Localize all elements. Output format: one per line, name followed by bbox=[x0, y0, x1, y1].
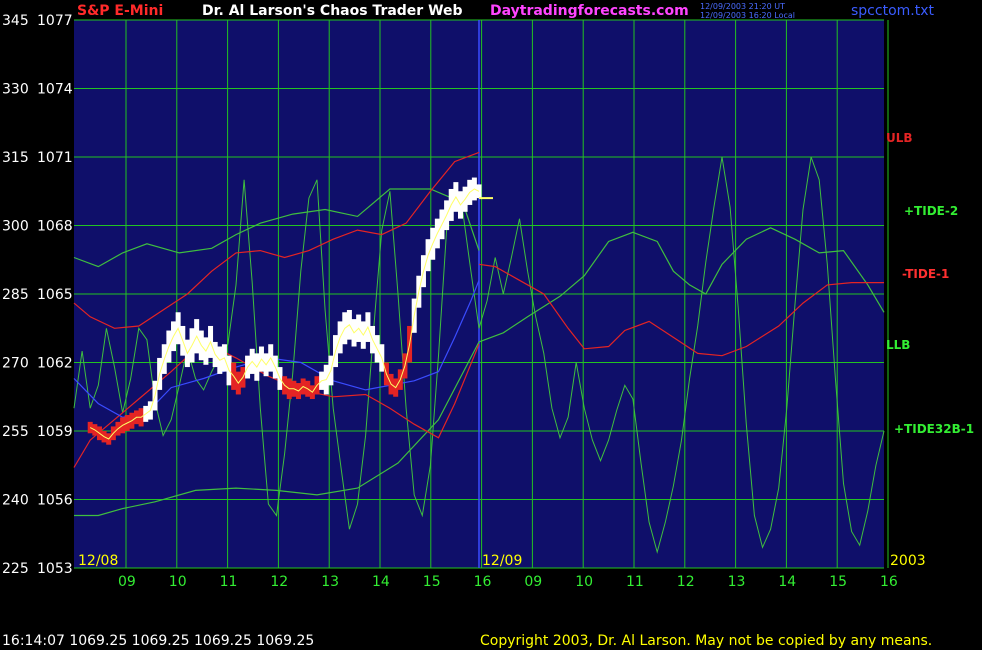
y-tick-price: 1059 bbox=[37, 424, 73, 440]
date-label: 2003 bbox=[890, 553, 926, 569]
y-tick-aux: 330 bbox=[2, 82, 29, 98]
y-tick-price: 1071 bbox=[37, 150, 73, 166]
y-tick-aux: 300 bbox=[2, 219, 29, 235]
timestamp-local: 12/09/2003 16:20 Local bbox=[700, 11, 795, 20]
quote-line: 16:14:07 1069.25 1069.25 1069.25 1069.25 bbox=[2, 633, 315, 649]
y-tick-price: 1053 bbox=[37, 561, 73, 577]
y-tick-price: 1077 bbox=[37, 13, 73, 29]
y-tick-aux: 225 bbox=[2, 561, 29, 577]
y-tick-price: 1074 bbox=[37, 82, 73, 98]
date-label: 12/08 bbox=[78, 553, 118, 569]
symbol-title: S&P E-Mini bbox=[77, 3, 164, 19]
y-tick-aux: 315 bbox=[2, 150, 29, 166]
x-tick-hour: 09 bbox=[524, 574, 542, 590]
timestamp-ut: 12/09/2003 21:20 UT bbox=[700, 2, 785, 11]
chart-window: 345 1077 330 1074 315 1071 300 1068 285 1065 270 10… bbox=[0, 0, 982, 650]
y-tick-price: 1068 bbox=[37, 219, 73, 235]
x-tick-hour: 11 bbox=[220, 574, 238, 590]
y-tick-aux: 240 bbox=[2, 493, 29, 509]
x-tick-hour: 13 bbox=[321, 574, 339, 590]
site-link[interactable]: Daytradingforecasts.com bbox=[490, 3, 689, 19]
x-tick-hour: 12 bbox=[677, 574, 695, 590]
x-tick-hour: 14 bbox=[778, 574, 796, 590]
y-tick-price: 1062 bbox=[37, 356, 73, 372]
y-tick-aux: 285 bbox=[2, 287, 29, 303]
chart-canvas: 345 1077 330 1074 315 1071 300 1068 285 1065 270 10… bbox=[2, 13, 926, 590]
y-tick-price: 1065 bbox=[37, 287, 73, 303]
ulb-label: ULB bbox=[886, 131, 913, 145]
tide32b-label: +TIDE32B-1 bbox=[894, 422, 975, 436]
chart-title: Dr. Al Larson's Chaos Trader Web bbox=[202, 3, 463, 19]
x-tick-hour: 16 bbox=[880, 574, 898, 590]
x-tick-hour: 15 bbox=[829, 574, 847, 590]
llb-label: LLB bbox=[886, 338, 911, 352]
y-tick-price: 1056 bbox=[37, 493, 73, 509]
x-tick-hour: 10 bbox=[575, 574, 593, 590]
tide2-label: +TIDE-2 bbox=[904, 204, 959, 218]
x-tick-hour: 14 bbox=[372, 574, 390, 590]
x-tick-hour: 15 bbox=[423, 574, 441, 590]
x-tick-hour: 13 bbox=[728, 574, 746, 590]
copyright-text: Copyright 2003, Dr. Al Larson. May not b… bbox=[480, 633, 933, 649]
y-tick-aux: 270 bbox=[2, 356, 29, 372]
tide1-label: -TIDE-1 bbox=[902, 267, 950, 281]
x-tick-hour: 09 bbox=[118, 574, 136, 590]
price-bar bbox=[87, 421, 93, 434]
y-tick-aux: 345 bbox=[2, 13, 29, 29]
x-tick-hour: 11 bbox=[626, 574, 644, 590]
y-tick-aux: 255 bbox=[2, 424, 29, 440]
x-tick-hour: 10 bbox=[169, 574, 187, 590]
x-tick-hour: 16 bbox=[474, 574, 492, 590]
x-tick-hour: 12 bbox=[270, 574, 288, 590]
date-label: 12/09 bbox=[482, 553, 522, 569]
file-name: spcctom.txt bbox=[851, 3, 934, 19]
